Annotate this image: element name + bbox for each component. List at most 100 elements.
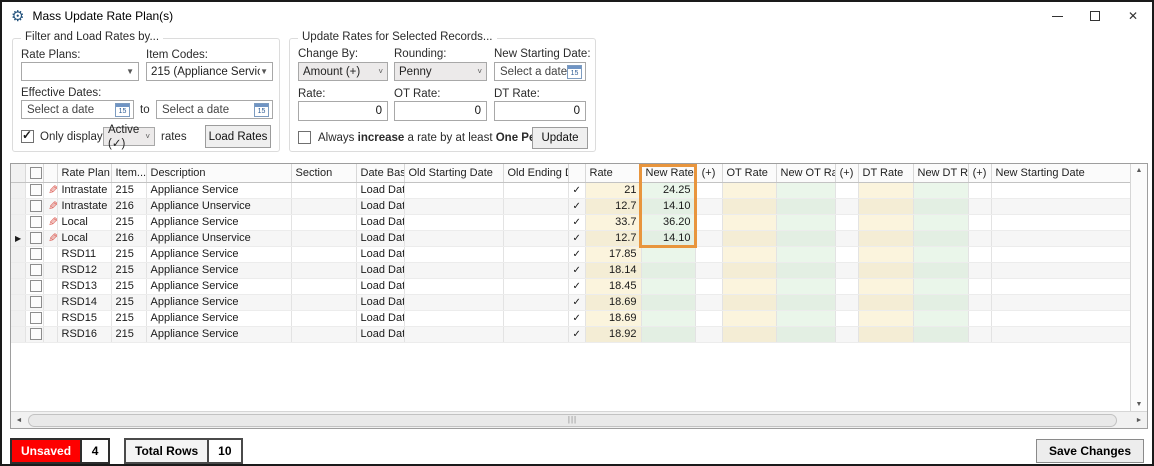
cell-select-checkbox[interactable] — [25, 198, 44, 215]
cell-old-starting-date[interactable] — [404, 262, 504, 279]
cell-rate-plan[interactable]: Local — [57, 230, 112, 247]
cell-new-starting-date[interactable] — [991, 310, 1131, 327]
cell-select-checkbox[interactable] — [25, 278, 44, 295]
cell-section[interactable] — [291, 278, 357, 295]
cell-description[interactable]: Appliance Service — [146, 214, 292, 231]
scroll-right-icon[interactable]: ► — [1131, 417, 1147, 424]
cell-section[interactable] — [291, 294, 357, 311]
cell-edit-pencil[interactable] — [43, 278, 58, 295]
cell-rate[interactable]: 18.14 — [585, 262, 642, 279]
effective-date-to-picker[interactable]: Select a date 15 — [156, 100, 273, 119]
column-header-item[interactable]: Item... — [111, 164, 147, 183]
cell-dt-rate[interactable] — [858, 246, 914, 263]
cell-plus[interactable] — [835, 278, 859, 295]
cell-date-basis[interactable]: Load Date — [356, 198, 405, 215]
scrollbar-track[interactable]: ||| — [27, 413, 1131, 428]
cell-select-checkbox[interactable] — [25, 214, 44, 231]
table-row[interactable]: ▶✎Local216Appliance UnserviceLoad Date✓1… — [11, 230, 1131, 247]
cell-new-rate[interactable]: 14.10 — [641, 198, 696, 215]
cell-new-ot-rate[interactable] — [776, 214, 836, 231]
cell-dt-rate[interactable] — [858, 198, 914, 215]
cell-description[interactable]: Appliance Service — [146, 278, 292, 295]
cell-edit-pencil[interactable] — [43, 294, 58, 311]
cell-rate-plan[interactable]: RSD11 — [57, 246, 112, 263]
cell-old-ending-date[interactable] — [503, 246, 569, 263]
table-row[interactable]: ✎Intrastate215Appliance Service Load Date… — [11, 182, 1131, 199]
column-header-new-starting-date[interactable]: New Starting Date — [991, 164, 1131, 183]
cell-old-ending-date[interactable] — [503, 214, 569, 231]
cell-plus[interactable] — [968, 246, 992, 263]
cell-new-starting-date[interactable] — [991, 294, 1131, 311]
cell-old-ending-date[interactable] — [503, 262, 569, 279]
cell-plus[interactable] — [968, 294, 992, 311]
cell-new-dt-rate[interactable] — [913, 262, 969, 279]
cell-edit-pencil[interactable]: ✎ — [43, 182, 58, 199]
cell-ot-rate[interactable] — [722, 198, 777, 215]
cell-plus[interactable] — [968, 326, 992, 343]
cell-select-checkbox[interactable] — [25, 230, 44, 247]
cell-rate-plan[interactable]: RSD14 — [57, 294, 112, 311]
cell-active-check[interactable]: ✓ — [568, 278, 586, 295]
cell-plus[interactable] — [695, 278, 723, 295]
cell-plus[interactable] — [695, 246, 723, 263]
cell-ot-rate[interactable] — [722, 278, 777, 295]
cell-plus[interactable] — [695, 182, 723, 199]
always-increase-checkbox[interactable] — [298, 131, 311, 144]
cell-plus[interactable] — [835, 182, 859, 199]
cell-rate-plan[interactable]: Intrastate — [57, 198, 112, 215]
cell-plus[interactable] — [835, 262, 859, 279]
cell-edit-pencil[interactable]: ✎ — [43, 230, 58, 247]
cell-description[interactable]: Appliance Service — [146, 182, 292, 199]
cell-old-ending-date[interactable] — [503, 198, 569, 215]
cell-item[interactable]: 215 — [111, 310, 147, 327]
cell-new-rate[interactable] — [641, 294, 696, 311]
cell-old-starting-date[interactable] — [404, 182, 504, 199]
cell-new-rate[interactable] — [641, 262, 696, 279]
cell-active-check[interactable]: ✓ — [568, 326, 586, 343]
cell-plus[interactable] — [968, 310, 992, 327]
column-header-row-indicator[interactable] — [11, 164, 26, 183]
cell-new-starting-date[interactable] — [991, 262, 1131, 279]
cell-plus[interactable] — [835, 294, 859, 311]
cell-new-dt-rate[interactable] — [913, 326, 969, 343]
cell-dt-rate[interactable] — [858, 214, 914, 231]
column-header-active-check[interactable] — [568, 164, 586, 183]
cell-dt-rate[interactable] — [858, 326, 914, 343]
scrollbar-thumb[interactable]: ||| — [28, 413, 1117, 427]
row-checkbox[interactable] — [29, 296, 42, 309]
cell-date-basis[interactable]: Load Date — [356, 214, 405, 231]
cell-dt-rate[interactable] — [858, 182, 914, 199]
cell-edit-pencil[interactable] — [43, 310, 58, 327]
cell-active-check[interactable]: ✓ — [568, 182, 586, 199]
rate-input[interactable]: 0 — [298, 101, 388, 121]
cell-ot-rate[interactable] — [722, 262, 777, 279]
cell-new-dt-rate[interactable] — [913, 230, 969, 247]
column-header-new-dt-rate[interactable]: New DT Rate — [913, 164, 969, 183]
cell-new-dt-rate[interactable] — [913, 278, 969, 295]
column-header-select-checkbox[interactable] — [25, 164, 44, 183]
cell-rate-plan[interactable]: RSD16 — [57, 326, 112, 343]
cell-section[interactable] — [291, 310, 357, 327]
cell-rate-plan[interactable]: Local — [57, 214, 112, 231]
cell-select-checkbox[interactable] — [25, 182, 44, 199]
cell-description[interactable]: Appliance Service — [146, 294, 292, 311]
column-header-plus[interactable]: (+) — [968, 164, 992, 183]
cell-new-starting-date[interactable] — [991, 198, 1131, 215]
cell-description[interactable]: Appliance Service — [146, 262, 292, 279]
cell-section[interactable] — [291, 230, 357, 247]
cell-dt-rate[interactable] — [858, 294, 914, 311]
horizontal-scrollbar[interactable]: ◄ ||| ► — [11, 411, 1147, 428]
scroll-left-icon[interactable]: ◄ — [11, 417, 27, 424]
cell-plus[interactable] — [695, 294, 723, 311]
cell-select-checkbox[interactable] — [25, 262, 44, 279]
cell-new-dt-rate[interactable] — [913, 198, 969, 215]
row-checkbox[interactable] — [29, 232, 42, 245]
column-header-old-starting-date[interactable]: Old Starting Date — [404, 164, 504, 183]
cell-new-rate[interactable] — [641, 326, 696, 343]
row-checkbox[interactable] — [29, 184, 42, 197]
table-row[interactable]: RSD15215Appliance Service Load Date ✓18.69 — [11, 310, 1131, 327]
cell-item[interactable]: 215 — [111, 278, 147, 295]
cell-rate[interactable]: 12.7 — [585, 198, 642, 215]
cell-dt-rate[interactable] — [858, 278, 914, 295]
cell-new-rate[interactable] — [641, 310, 696, 327]
